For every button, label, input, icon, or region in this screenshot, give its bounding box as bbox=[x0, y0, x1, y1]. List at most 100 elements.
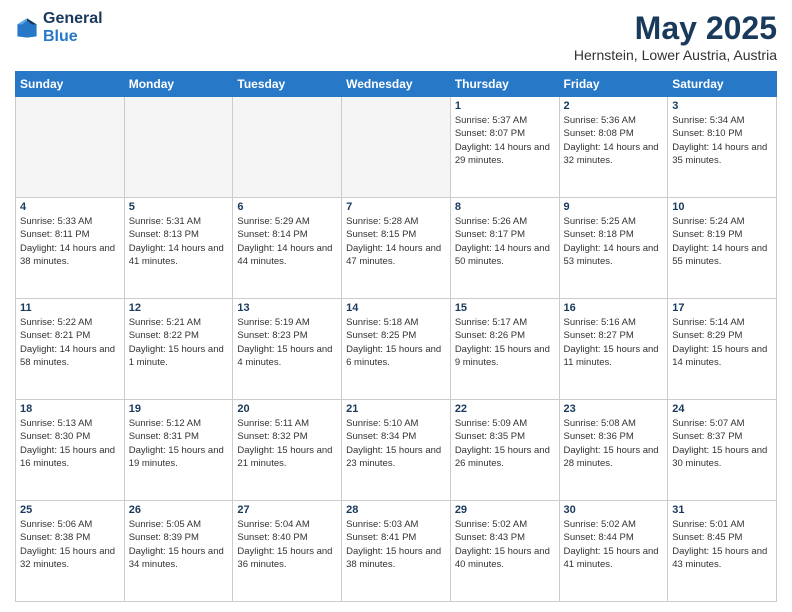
calendar-cell: 13 Sunrise: 5:19 AM Sunset: 8:23 PM Dayl… bbox=[233, 299, 342, 400]
daylight-label: Daylight: 14 hours and 55 minutes. bbox=[672, 243, 767, 267]
daylight-label: Daylight: 15 hours and 11 minutes. bbox=[564, 344, 659, 368]
daylight-label: Daylight: 14 hours and 38 minutes. bbox=[20, 243, 115, 267]
calendar-cell: 24 Sunrise: 5:07 AM Sunset: 8:37 PM Dayl… bbox=[668, 400, 777, 501]
col-sunday: Sunday bbox=[16, 72, 125, 97]
day-number: 7 bbox=[346, 201, 446, 213]
daylight-label: Daylight: 15 hours and 16 minutes. bbox=[20, 445, 115, 469]
day-info: Sunrise: 5:33 AM Sunset: 8:11 PM Dayligh… bbox=[20, 215, 120, 268]
day-number: 9 bbox=[564, 201, 664, 213]
day-number: 29 bbox=[455, 504, 555, 516]
calendar-week-5: 25 Sunrise: 5:06 AM Sunset: 8:38 PM Dayl… bbox=[16, 501, 777, 602]
calendar-cell: 17 Sunrise: 5:14 AM Sunset: 8:29 PM Dayl… bbox=[668, 299, 777, 400]
day-number: 11 bbox=[20, 302, 120, 314]
day-info: Sunrise: 5:24 AM Sunset: 8:19 PM Dayligh… bbox=[672, 215, 772, 268]
day-number: 12 bbox=[129, 302, 229, 314]
sunset-label: Sunset: 8:07 PM bbox=[455, 128, 525, 139]
sunset-label: Sunset: 8:11 PM bbox=[20, 229, 90, 240]
calendar-cell: 29 Sunrise: 5:02 AM Sunset: 8:43 PM Dayl… bbox=[450, 501, 559, 602]
day-number: 28 bbox=[346, 504, 446, 516]
daylight-label: Daylight: 15 hours and 6 minutes. bbox=[346, 344, 441, 368]
daylight-label: Daylight: 15 hours and 23 minutes. bbox=[346, 445, 441, 469]
sunrise-label: Sunrise: 5:06 AM bbox=[20, 519, 92, 530]
sunrise-label: Sunrise: 5:01 AM bbox=[672, 519, 744, 530]
day-number: 22 bbox=[455, 403, 555, 415]
sunset-label: Sunset: 8:10 PM bbox=[672, 128, 742, 139]
calendar-week-3: 11 Sunrise: 5:22 AM Sunset: 8:21 PM Dayl… bbox=[16, 299, 777, 400]
day-info: Sunrise: 5:03 AM Sunset: 8:41 PM Dayligh… bbox=[346, 518, 446, 571]
day-number: 27 bbox=[237, 504, 337, 516]
daylight-label: Daylight: 14 hours and 53 minutes. bbox=[564, 243, 659, 267]
sunset-label: Sunset: 8:36 PM bbox=[564, 431, 634, 442]
calendar-cell: 8 Sunrise: 5:26 AM Sunset: 8:17 PM Dayli… bbox=[450, 198, 559, 299]
calendar-cell: 25 Sunrise: 5:06 AM Sunset: 8:38 PM Dayl… bbox=[16, 501, 125, 602]
day-info: Sunrise: 5:09 AM Sunset: 8:35 PM Dayligh… bbox=[455, 417, 555, 470]
sunset-label: Sunset: 8:22 PM bbox=[129, 330, 199, 341]
calendar-cell: 10 Sunrise: 5:24 AM Sunset: 8:19 PM Dayl… bbox=[668, 198, 777, 299]
daylight-label: Daylight: 14 hours and 47 minutes. bbox=[346, 243, 441, 267]
col-friday: Friday bbox=[559, 72, 668, 97]
day-number: 24 bbox=[672, 403, 772, 415]
day-info: Sunrise: 5:07 AM Sunset: 8:37 PM Dayligh… bbox=[672, 417, 772, 470]
day-info: Sunrise: 5:29 AM Sunset: 8:14 PM Dayligh… bbox=[237, 215, 337, 268]
day-number: 18 bbox=[20, 403, 120, 415]
sunset-label: Sunset: 8:45 PM bbox=[672, 532, 742, 543]
daylight-label: Daylight: 15 hours and 1 minute. bbox=[129, 344, 224, 368]
sunset-label: Sunset: 8:18 PM bbox=[564, 229, 634, 240]
sunrise-label: Sunrise: 5:33 AM bbox=[20, 216, 92, 227]
day-info: Sunrise: 5:12 AM Sunset: 8:31 PM Dayligh… bbox=[129, 417, 229, 470]
daylight-label: Daylight: 14 hours and 44 minutes. bbox=[237, 243, 332, 267]
sunset-label: Sunset: 8:19 PM bbox=[672, 229, 742, 240]
day-number: 31 bbox=[672, 504, 772, 516]
calendar-cell bbox=[124, 97, 233, 198]
day-number: 21 bbox=[346, 403, 446, 415]
calendar-cell: 14 Sunrise: 5:18 AM Sunset: 8:25 PM Dayl… bbox=[342, 299, 451, 400]
sunset-label: Sunset: 8:27 PM bbox=[564, 330, 634, 341]
day-number: 23 bbox=[564, 403, 664, 415]
daylight-label: Daylight: 15 hours and 19 minutes. bbox=[129, 445, 224, 469]
day-info: Sunrise: 5:22 AM Sunset: 8:21 PM Dayligh… bbox=[20, 316, 120, 369]
calendar-cell: 15 Sunrise: 5:17 AM Sunset: 8:26 PM Dayl… bbox=[450, 299, 559, 400]
page: General Blue May 2025 Hernstein, Lower A… bbox=[0, 0, 792, 612]
sunrise-label: Sunrise: 5:29 AM bbox=[237, 216, 309, 227]
calendar-cell: 20 Sunrise: 5:11 AM Sunset: 8:32 PM Dayl… bbox=[233, 400, 342, 501]
calendar-cell: 30 Sunrise: 5:02 AM Sunset: 8:44 PM Dayl… bbox=[559, 501, 668, 602]
day-info: Sunrise: 5:04 AM Sunset: 8:40 PM Dayligh… bbox=[237, 518, 337, 571]
daylight-label: Daylight: 15 hours and 36 minutes. bbox=[237, 546, 332, 570]
location: Hernstein, Lower Austria, Austria bbox=[574, 47, 777, 63]
daylight-label: Daylight: 14 hours and 32 minutes. bbox=[564, 142, 659, 166]
daylight-label: Daylight: 15 hours and 40 minutes. bbox=[455, 546, 550, 570]
sunrise-label: Sunrise: 5:14 AM bbox=[672, 317, 744, 328]
sunset-label: Sunset: 8:31 PM bbox=[129, 431, 199, 442]
sunrise-label: Sunrise: 5:36 AM bbox=[564, 115, 636, 126]
sunrise-label: Sunrise: 5:24 AM bbox=[672, 216, 744, 227]
day-number: 26 bbox=[129, 504, 229, 516]
day-info: Sunrise: 5:21 AM Sunset: 8:22 PM Dayligh… bbox=[129, 316, 229, 369]
day-info: Sunrise: 5:28 AM Sunset: 8:15 PM Dayligh… bbox=[346, 215, 446, 268]
sunrise-label: Sunrise: 5:04 AM bbox=[237, 519, 309, 530]
sunrise-label: Sunrise: 5:34 AM bbox=[672, 115, 744, 126]
daylight-label: Daylight: 15 hours and 32 minutes. bbox=[20, 546, 115, 570]
calendar-cell: 23 Sunrise: 5:08 AM Sunset: 8:36 PM Dayl… bbox=[559, 400, 668, 501]
calendar-cell: 16 Sunrise: 5:16 AM Sunset: 8:27 PM Dayl… bbox=[559, 299, 668, 400]
calendar-table: Sunday Monday Tuesday Wednesday Thursday… bbox=[15, 71, 777, 602]
day-number: 30 bbox=[564, 504, 664, 516]
calendar-cell bbox=[233, 97, 342, 198]
calendar-cell: 31 Sunrise: 5:01 AM Sunset: 8:45 PM Dayl… bbox=[668, 501, 777, 602]
daylight-label: Daylight: 15 hours and 30 minutes. bbox=[672, 445, 767, 469]
day-info: Sunrise: 5:19 AM Sunset: 8:23 PM Dayligh… bbox=[237, 316, 337, 369]
day-info: Sunrise: 5:37 AM Sunset: 8:07 PM Dayligh… bbox=[455, 114, 555, 167]
sunset-label: Sunset: 8:38 PM bbox=[20, 532, 90, 543]
header: General Blue May 2025 Hernstein, Lower A… bbox=[15, 10, 777, 63]
calendar-cell: 4 Sunrise: 5:33 AM Sunset: 8:11 PM Dayli… bbox=[16, 198, 125, 299]
sunrise-label: Sunrise: 5:10 AM bbox=[346, 418, 418, 429]
calendar-cell: 28 Sunrise: 5:03 AM Sunset: 8:41 PM Dayl… bbox=[342, 501, 451, 602]
day-info: Sunrise: 5:08 AM Sunset: 8:36 PM Dayligh… bbox=[564, 417, 664, 470]
day-number: 17 bbox=[672, 302, 772, 314]
sunset-label: Sunset: 8:37 PM bbox=[672, 431, 742, 442]
daylight-label: Daylight: 15 hours and 26 minutes. bbox=[455, 445, 550, 469]
sunrise-label: Sunrise: 5:22 AM bbox=[20, 317, 92, 328]
sunset-label: Sunset: 8:40 PM bbox=[237, 532, 307, 543]
daylight-label: Daylight: 15 hours and 4 minutes. bbox=[237, 344, 332, 368]
sunrise-label: Sunrise: 5:19 AM bbox=[237, 317, 309, 328]
month-title: May 2025 bbox=[574, 10, 777, 47]
